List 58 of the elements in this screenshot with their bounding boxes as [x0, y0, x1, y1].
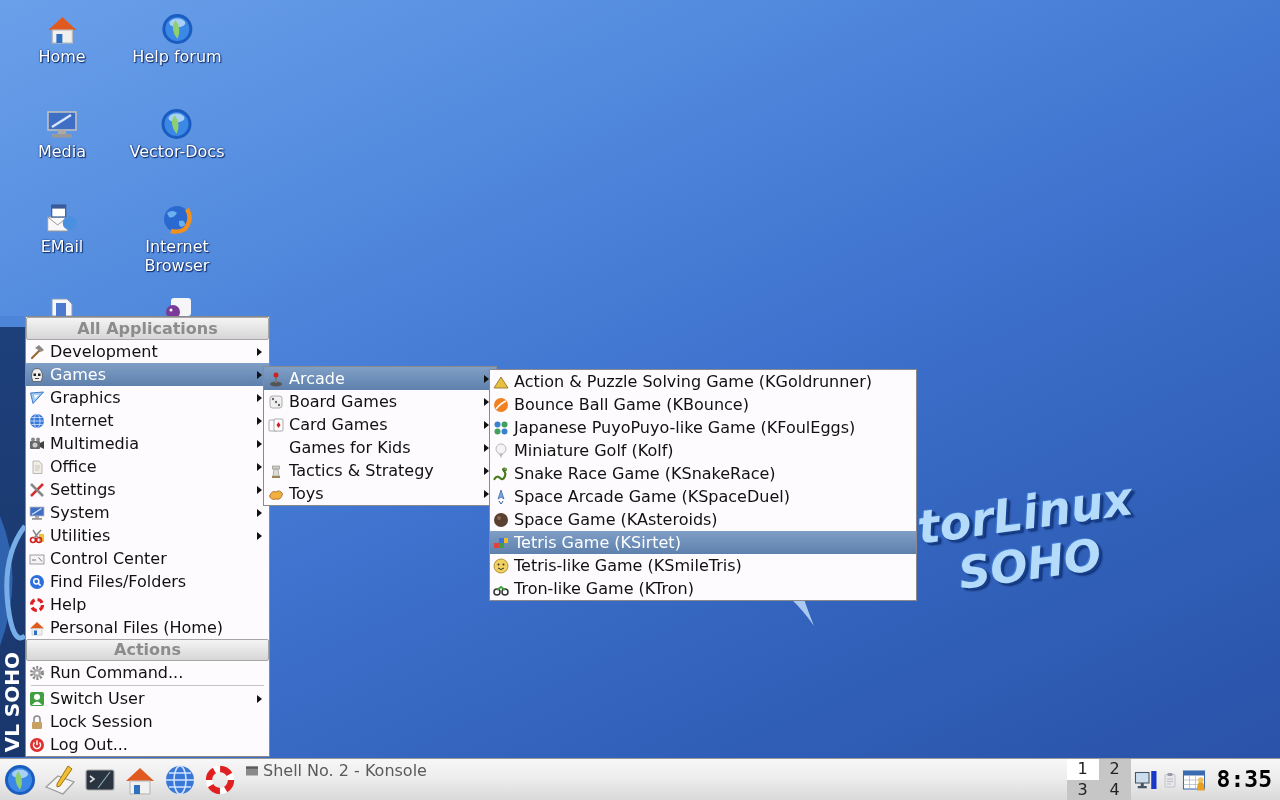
- snake-icon: [493, 465, 509, 482]
- lock-icon: [29, 713, 45, 730]
- menu-item[interactable]: Utilities: [26, 524, 269, 547]
- smiley-icon: [493, 557, 509, 574]
- dice-icon: [268, 393, 284, 410]
- user-icon: [29, 690, 45, 707]
- menu-item[interactable]: Tron-like Game (KTron): [490, 577, 916, 600]
- window-icon: [246, 765, 258, 777]
- clock-text: 8:35: [1216, 768, 1272, 791]
- scissors-icon: [29, 527, 45, 544]
- hammer-icon: [29, 343, 45, 360]
- monitor-icon: [46, 108, 78, 140]
- menu-side-label: VL SOHO: [0, 651, 25, 752]
- menu-item[interactable]: Log Out...: [26, 733, 269, 756]
- pager-desktop-button[interactable]: 2: [1098, 759, 1131, 780]
- menu-item[interactable]: Switch User: [26, 687, 269, 710]
- menu-item[interactable]: Run Command...: [26, 661, 269, 684]
- calendar-icon[interactable]: [1181, 767, 1206, 792]
- menu-item[interactable]: Find Files/Folders: [26, 570, 269, 593]
- menu-item[interactable]: Development: [26, 340, 269, 363]
- globe-icon[interactable]: [164, 763, 196, 796]
- paper-icon: [29, 458, 45, 475]
- browser-icon: [161, 203, 193, 235]
- menu-section-header: All Applications: [26, 317, 269, 340]
- orb-icon[interactable]: [4, 763, 36, 796]
- envelope-icon: [46, 203, 78, 235]
- golf-ball-icon: [493, 442, 509, 459]
- lifebuoy-icon[interactable]: [204, 763, 236, 796]
- home-icon: [29, 619, 45, 636]
- menu-item[interactable]: Tetris-like Game (KSmileTris): [490, 554, 916, 577]
- menu-item[interactable]: Space Game (KAsteroids): [490, 508, 916, 531]
- monitor-icon: [29, 504, 45, 521]
- document-icon[interactable]: [49, 297, 75, 316]
- power-icon: [29, 736, 45, 753]
- joystick-icon: [268, 370, 284, 387]
- helmet-icon: [29, 366, 45, 383]
- gear-icon: [29, 664, 45, 681]
- egg-grid-icon: [493, 419, 509, 436]
- lifebuoy-icon: [29, 596, 45, 613]
- pager-desktop-button[interactable]: 3: [1066, 779, 1099, 800]
- notepad-icon[interactable]: [44, 763, 76, 796]
- menu-section-header: Actions: [26, 639, 269, 661]
- rock-icon: [493, 511, 509, 528]
- globe-icon: [29, 412, 45, 429]
- menu-item[interactable]: Personal Files (Home): [26, 616, 269, 639]
- camera-icon: [29, 435, 45, 452]
- menu-item[interactable]: Control Center: [26, 547, 269, 570]
- menu-item[interactable]: Help: [26, 593, 269, 616]
- orb-icon: [161, 108, 193, 140]
- task-button[interactable]: Shell No. 2 - Konsole: [242, 760, 431, 782]
- pager-desktop-button[interactable]: 1: [1066, 759, 1099, 780]
- orb-icon: [161, 13, 193, 45]
- menu-item[interactable]: Lock Session: [26, 710, 269, 733]
- page-icon[interactable]: [163, 297, 193, 316]
- ball-icon: [493, 396, 509, 413]
- search-icon: [29, 573, 45, 590]
- cards-icon: [268, 416, 284, 433]
- tools-icon: [29, 481, 45, 498]
